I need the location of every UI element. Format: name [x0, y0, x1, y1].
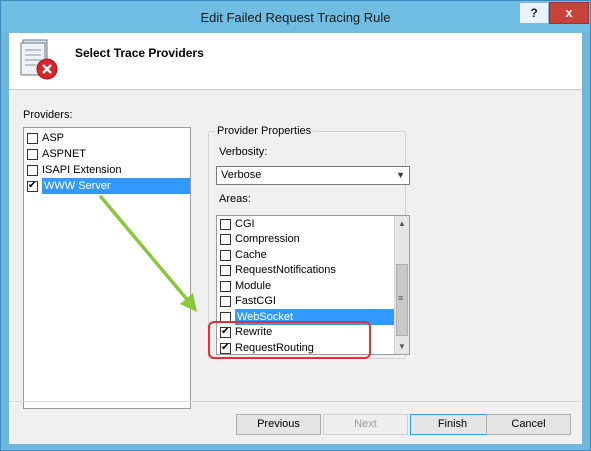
help-button[interactable]: ?	[519, 2, 549, 24]
area-label: Cache	[235, 249, 267, 261]
area-label: FastCGI	[235, 295, 276, 307]
provider-item-aspnet[interactable]: ASPNET	[24, 146, 190, 162]
area-item-fastcgi[interactable]: FastCGI	[217, 293, 395, 309]
area-checkbox[interactable]	[220, 295, 231, 307]
verbosity-label: Verbosity:	[219, 146, 268, 158]
scroll-up-icon[interactable]: ▲	[395, 216, 409, 231]
area-label: CGI	[235, 218, 255, 230]
area-label: RequestNotifications	[235, 264, 336, 276]
cancel-button[interactable]: Cancel	[486, 414, 571, 435]
verbosity-select[interactable]: Verbose ▼	[216, 166, 410, 185]
window-title: Edit Failed Request Tracing Rule	[200, 10, 391, 25]
area-checkbox[interactable]	[220, 233, 231, 245]
area-item-cache[interactable]: Cache	[217, 247, 395, 263]
area-label: Compression	[235, 233, 300, 245]
grip-icon: ≡	[398, 293, 404, 303]
provider-label: WWW Server	[42, 178, 190, 194]
areas-label: Areas:	[219, 193, 251, 205]
providers-label: Providers:	[23, 109, 73, 121]
area-item-compression[interactable]: Compression	[217, 231, 395, 247]
close-button[interactable]: x	[549, 2, 589, 24]
provider-properties-legend: Provider Properties	[215, 125, 314, 137]
chevron-down-icon[interactable]: ▼	[396, 167, 405, 184]
scroll-down-icon[interactable]: ▼	[395, 339, 409, 354]
area-checkbox[interactable]	[220, 280, 231, 292]
dialog-window: Edit Failed Request Tracing Rule ? x Sel…	[0, 0, 591, 451]
area-item-requestnotifications[interactable]: RequestNotifications	[217, 262, 395, 278]
annotation-highlight-box	[208, 321, 371, 359]
area-checkbox[interactable]	[220, 249, 231, 261]
provider-label: ISAPI Extension	[42, 164, 122, 176]
verbosity-value: Verbose	[221, 169, 262, 181]
finish-button[interactable]: Finish	[410, 414, 495, 435]
provider-checkbox[interactable]	[27, 132, 38, 144]
area-label: Module	[235, 280, 272, 292]
area-item-cgi[interactable]: CGI	[217, 216, 395, 232]
title-bar[interactable]: Edit Failed Request Tracing Rule ? x	[1, 1, 590, 33]
area-item-module[interactable]: Module	[217, 278, 395, 294]
provider-label: ASP	[42, 132, 65, 144]
areas-scrollbar[interactable]: ▲ ≡ ▼	[394, 216, 409, 354]
providers-list[interactable]: ASP ASPNET ISAPI Extension WWW Server	[23, 127, 191, 409]
next-button[interactable]: Next	[323, 414, 408, 435]
dialog-body: Select Trace Providers Providers: ASP AS…	[9, 33, 582, 444]
provider-item-isapi-extension[interactable]: ISAPI Extension	[24, 162, 190, 178]
provider-checkbox[interactable]	[27, 164, 38, 176]
wizard-header: Select Trace Providers	[9, 33, 582, 90]
provider-label: ASPNET	[42, 148, 87, 160]
provider-checkbox[interactable]	[27, 148, 38, 160]
provider-item-www-server[interactable]: WWW Server	[24, 178, 190, 194]
provider-checkbox[interactable]	[27, 179, 38, 193]
scrollbar-thumb[interactable]: ≡	[396, 264, 408, 336]
page-title: Select Trace Providers	[75, 46, 204, 60]
provider-item-asp[interactable]: ASP	[24, 130, 190, 146]
area-checkbox[interactable]	[220, 218, 231, 230]
area-checkbox[interactable]	[220, 264, 231, 276]
previous-button[interactable]: Previous	[236, 414, 321, 435]
trace-error-icon	[20, 39, 58, 80]
